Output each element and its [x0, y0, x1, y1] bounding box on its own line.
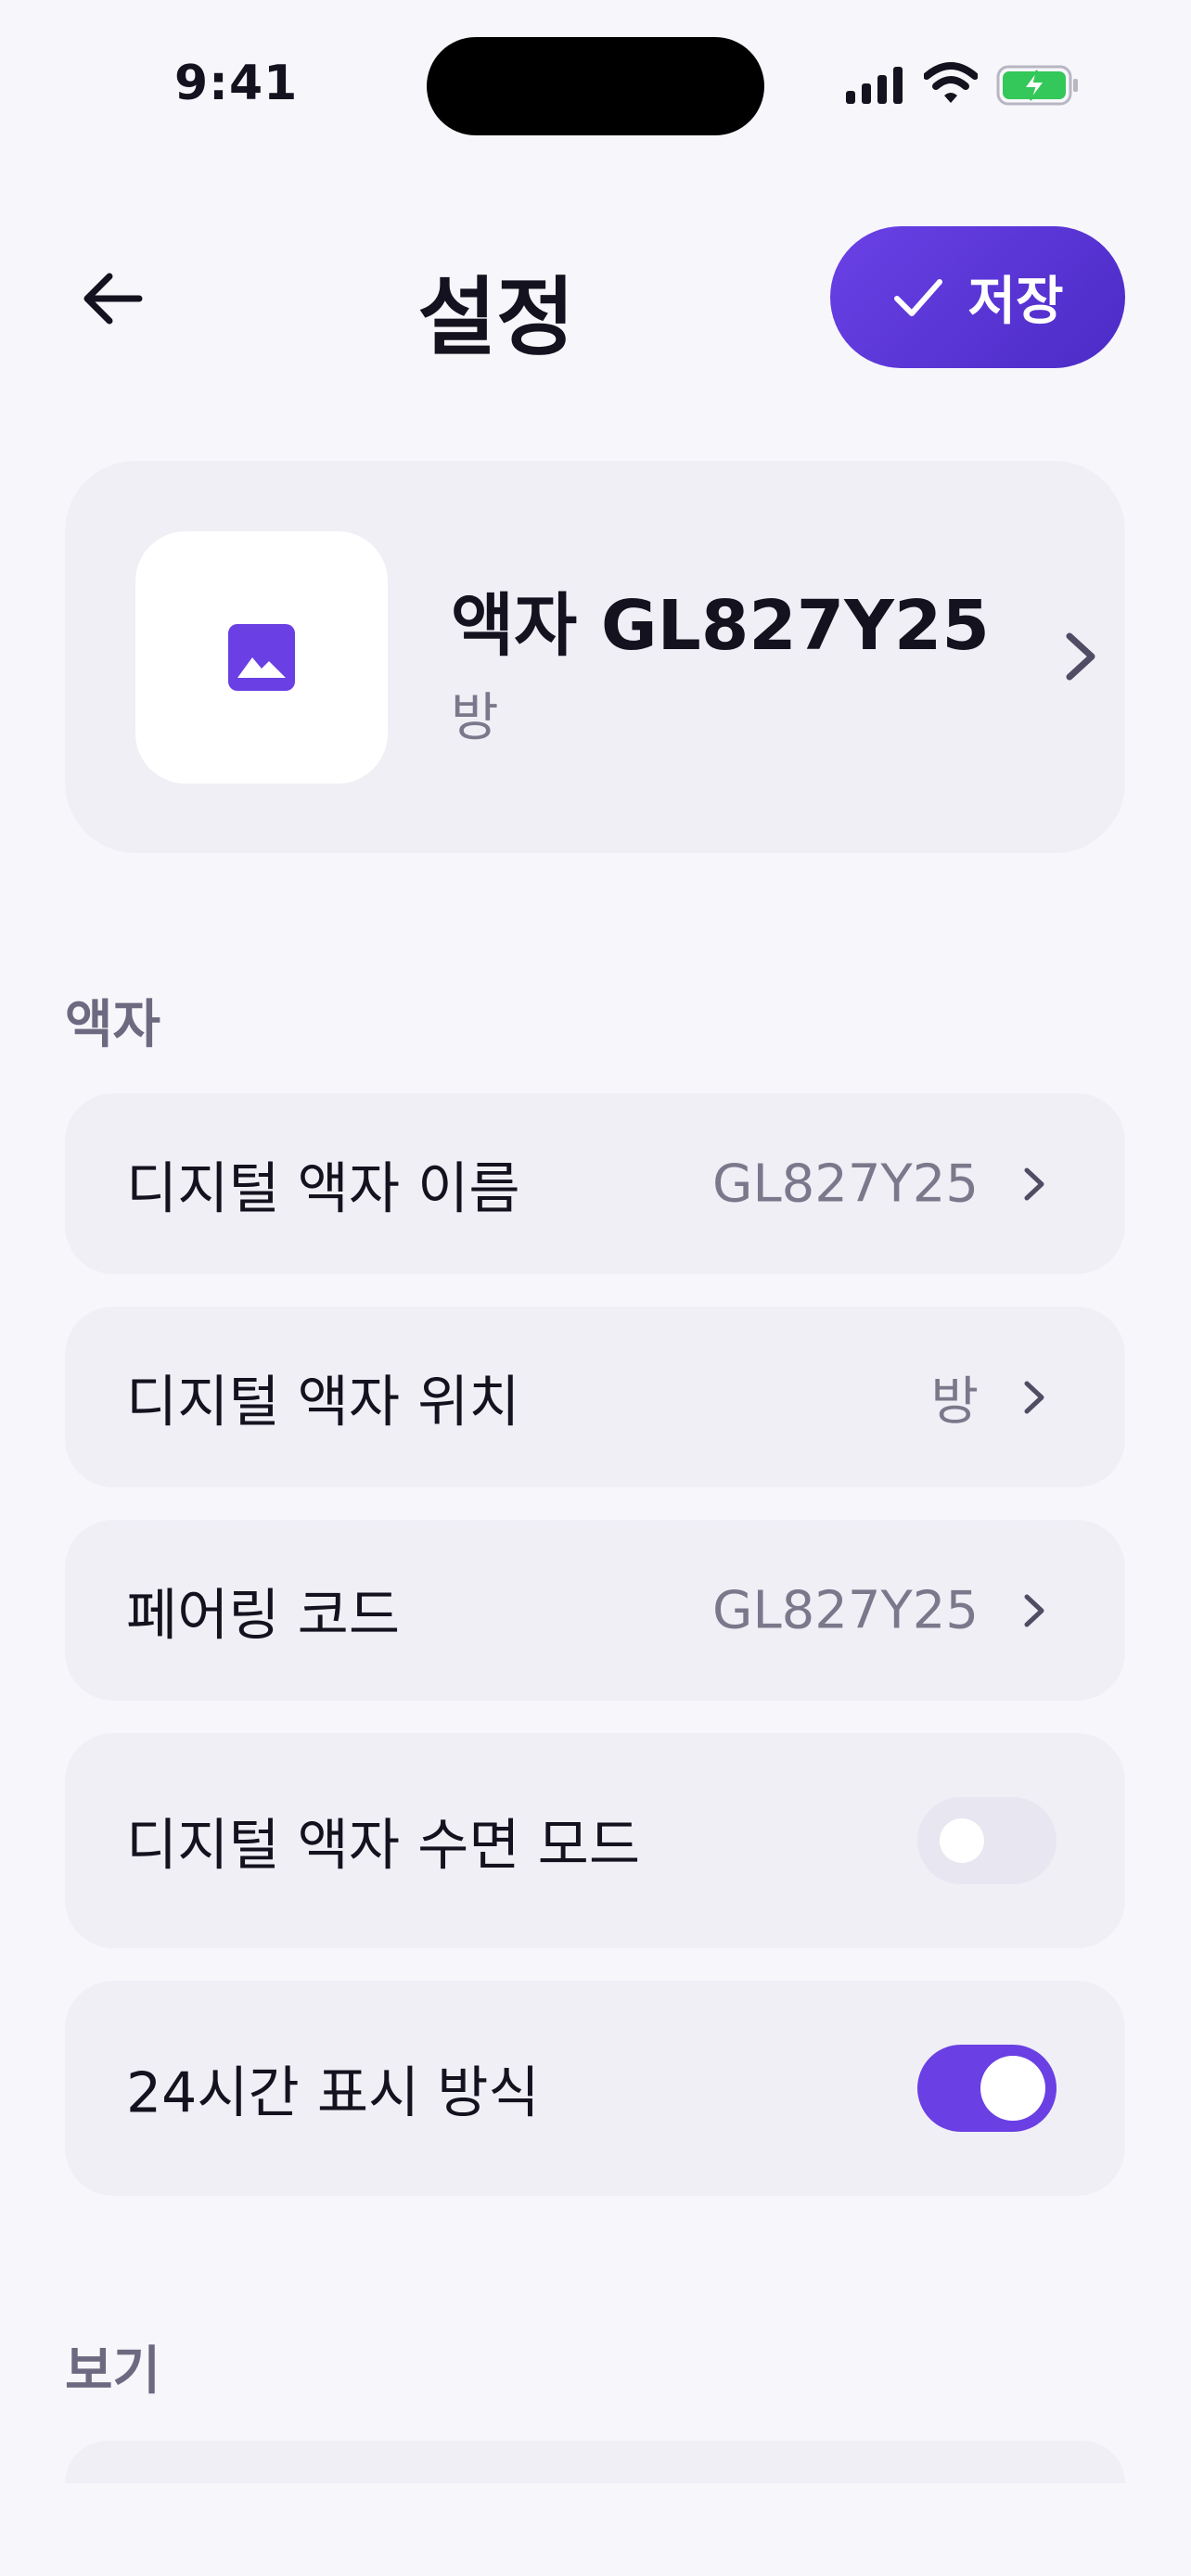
- device-name: 액자 GL827Y25: [451, 586, 990, 666]
- row-label: 디지털 액자 이름: [126, 1156, 520, 1221]
- toggle-knob: [940, 1818, 984, 1863]
- row-value: GL827Y25: [712, 1154, 979, 1214]
- save-button[interactable]: 저장: [830, 226, 1125, 368]
- row-24-hour-format: 24시간 표시 방식: [65, 1981, 1125, 2196]
- device-thumbnail: [135, 531, 388, 784]
- row-label: 디지털 액자 위치: [126, 1370, 520, 1435]
- signal-icon: [846, 67, 903, 104]
- row-value: 방: [930, 1371, 979, 1432]
- chevron-right-icon: [1008, 1585, 1060, 1637]
- battery-charging-icon: [996, 65, 1078, 106]
- back-button[interactable]: [72, 258, 154, 339]
- chevron-right-icon: [1008, 1371, 1060, 1423]
- section-label-frame: 액자: [65, 995, 161, 1055]
- row-label: 디지털 액자 수면 모드: [126, 1813, 641, 1879]
- save-button-label: 저장: [967, 272, 1064, 332]
- sleep-mode-toggle[interactable]: [917, 1797, 1057, 1884]
- status-bar: 9:41: [0, 0, 1191, 167]
- chevron-right-icon: [1008, 1158, 1060, 1210]
- image-icon: [228, 624, 295, 691]
- row-sleep-mode: 디지털 액자 수면 모드: [65, 1733, 1125, 1948]
- row-value: GL827Y25: [712, 1580, 979, 1640]
- row-label: 24시간 표시 방식: [126, 2060, 540, 2126]
- toggle-knob: [980, 2056, 1045, 2121]
- status-time: 9:41: [174, 56, 299, 111]
- dynamic-island: [427, 37, 764, 135]
- page-title: 설정: [417, 268, 575, 367]
- row-frame-location[interactable]: 디지털 액자 위치 방: [65, 1307, 1125, 1487]
- section-label-view: 보기: [65, 2341, 161, 2402]
- device-chevron-right-icon: [1039, 615, 1122, 698]
- row-pairing-code[interactable]: 페어링 코드 GL827Y25: [65, 1520, 1125, 1701]
- checkmark-icon: [894, 278, 943, 316]
- wifi-icon: [924, 62, 978, 103]
- device-location: 방: [451, 688, 499, 748]
- device-card[interactable]: 액자 GL827Y25 방: [65, 461, 1125, 853]
- back-arrow-icon: [83, 273, 143, 325]
- row-label: 페어링 코드: [126, 1583, 401, 1648]
- row-view-partial[interactable]: [65, 2441, 1125, 2483]
- row-frame-name[interactable]: 디지털 액자 이름 GL827Y25: [65, 1093, 1125, 1274]
- 24-hour-toggle[interactable]: [917, 2045, 1057, 2132]
